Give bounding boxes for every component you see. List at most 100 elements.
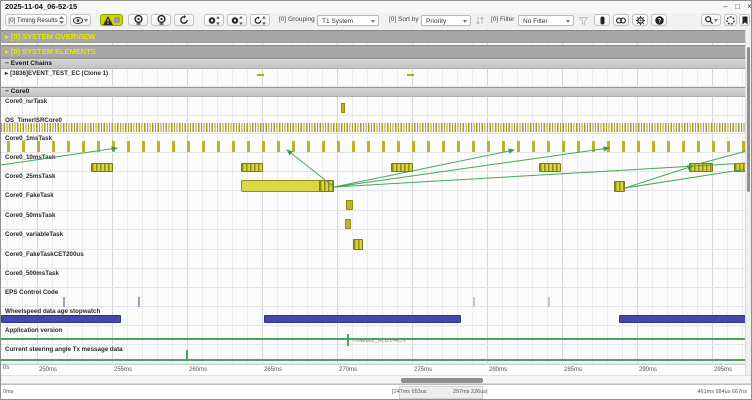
row-label: EPS Control Code	[5, 289, 58, 296]
expander-icon[interactable]: ▸	[5, 47, 9, 56]
wheelspeed-bar[interactable]	[1, 315, 121, 323]
grouping-select[interactable]: T1 System	[317, 15, 379, 26]
eps-marker[interactable]	[473, 297, 475, 307]
wheelspeed-bar[interactable]	[264, 315, 461, 323]
eps-marker[interactable]	[63, 297, 65, 307]
row-label: [3836]EVENT_TEST_EC (Clone 1)	[10, 70, 108, 77]
axis-tick-label: 275ms	[414, 367, 432, 373]
probe-icon	[157, 15, 166, 25]
sort-by-label: [0] Sort by	[389, 16, 419, 23]
filter-label: [0] Filter	[491, 16, 514, 23]
severity-box-icon	[114, 17, 120, 23]
10ms-task-bar[interactable]	[91, 163, 113, 172]
gear-updown-button-2[interactable]	[227, 14, 247, 26]
event-chain-marker[interactable]	[407, 74, 414, 76]
link-icon	[616, 17, 626, 24]
variable-task-bar[interactable]	[353, 239, 363, 250]
vertical-scrollbar-thumb[interactable]	[747, 47, 750, 192]
event-chain-marker[interactable]	[257, 74, 264, 76]
gear-updown-button-1[interactable]	[204, 14, 224, 26]
eps-marker[interactable]	[548, 297, 550, 307]
faketask-bar[interactable]	[346, 200, 353, 210]
row-label: Current steering angle Tx message data	[5, 346, 123, 353]
marker-probe-button-2[interactable]	[151, 14, 171, 26]
horizontal-scrollbar-thumb[interactable]	[401, 378, 483, 383]
filter-select[interactable]: No Filter	[518, 15, 574, 26]
10ms-task-bar[interactable]	[391, 163, 413, 172]
chevron-down-icon	[566, 20, 570, 23]
row-eps-control[interactable]: EPS Control Code	[1, 288, 747, 307]
10ms-task-bar[interactable]	[241, 163, 263, 172]
row-event-chains[interactable]: −Event Chains	[1, 58, 747, 69]
marker-refresh-button[interactable]	[174, 14, 194, 26]
grouping-label: [0] Grouping	[279, 16, 315, 23]
chevron-down-icon	[714, 19, 718, 22]
row-core0-25ms[interactable]: Core0_25msTask	[1, 172, 747, 191]
row-label: Wheelspeed data age stopwatch	[5, 308, 100, 315]
trace-overview-bar[interactable]: 0ms [247ms 653us 297ms 226us] 461ms 684u…	[1, 384, 751, 400]
sort-by-select[interactable]: Priority	[421, 15, 471, 26]
expander-icon[interactable]: ▸	[5, 70, 8, 77]
range-start-label: [247ms 653us	[392, 389, 427, 395]
isr-activation-bar[interactable]	[341, 103, 345, 113]
axis-tick-label: 250ms	[39, 367, 57, 373]
app-version-annotation: ThNe80z_v0.8.1-RC-r	[352, 338, 406, 344]
help-icon: ?	[655, 16, 664, 25]
help-button[interactable]: ?	[651, 14, 667, 26]
row-core0-isrtask[interactable]: Core0_isrTask	[1, 97, 747, 116]
25ms-task-bar-tail[interactable]	[319, 180, 334, 192]
row-core0-faketask[interactable]: Core0_FakeTask	[1, 191, 747, 211]
search-button[interactable]	[701, 14, 721, 26]
app-version-change-tick[interactable]	[347, 334, 349, 346]
50ms-task-bar[interactable]	[345, 219, 351, 229]
row-system-elements[interactable]: ▸[0] SYSTEM ELEMENTS	[1, 45, 747, 58]
row-label: Core0_isrTask	[5, 98, 47, 105]
axis-tick-label: 260ms	[189, 367, 207, 373]
row-event-test-ec[interactable]: ▸[3836]EVENT_TEST_EC (Clone 1)	[1, 69, 747, 87]
steering-change-tick[interactable]	[186, 350, 188, 361]
expander-icon[interactable]: ▸	[5, 32, 9, 41]
bookmark-button[interactable]	[739, 14, 750, 26]
10ms-task-bar[interactable]	[689, 163, 713, 172]
row-core0-500ms[interactable]: Core0_500msTask	[1, 269, 747, 288]
row-steering-angle[interactable]: Current steering angle Tx message data	[1, 345, 747, 364]
maximize-icon[interactable]: □	[732, 1, 743, 12]
marker-probe-button-1[interactable]	[128, 14, 148, 26]
vertical-scrollbar[interactable]	[745, 29, 751, 375]
chevron-down-icon	[84, 19, 88, 22]
steering-signal-line	[1, 359, 747, 361]
toolbar: [0] Timing Results [0] Grouping	[1, 13, 751, 30]
row-core0-faketaskcet[interactable]: Core0_FakeTaskCET200us	[1, 250, 747, 270]
range-end-label: 297ms 226us]	[453, 389, 488, 395]
minimize-icon[interactable]: –	[720, 1, 731, 12]
25ms-task-bar[interactable]	[614, 181, 625, 192]
wheelspeed-bar[interactable]	[619, 315, 747, 323]
search-icon	[705, 16, 713, 24]
timing-results-dropdown[interactable]: [0] Timing Results	[5, 14, 67, 26]
chevron-down-icon	[463, 20, 467, 23]
collapse-icon[interactable]: −	[5, 88, 9, 95]
row-system-overview[interactable]: ▸[0] SYSTEM OVERVIEW	[1, 30, 747, 43]
app-window: 2025-11-04_06-52-15 – □ × [0] Timing Res…	[0, 0, 752, 400]
row-core0[interactable]: −Core0	[1, 87, 747, 97]
1ms-task-ticks[interactable]	[1, 141, 747, 152]
horizontal-scrollbar[interactable]	[1, 375, 751, 384]
sort-direction-icon[interactable]	[476, 16, 484, 25]
axis-origin-label: 0s	[3, 365, 9, 371]
eps-marker[interactable]	[138, 297, 140, 307]
close-icon[interactable]: ×	[744, 1, 752, 12]
filter-funnel-icon	[579, 17, 588, 25]
collapse-icon[interactable]: −	[5, 60, 9, 67]
aperture-settings-button[interactable]	[724, 14, 737, 26]
warnings-filter-button[interactable]	[100, 14, 123, 26]
visibility-button[interactable]	[70, 14, 91, 26]
row-label: Core0_FakeTaskCET200us	[5, 251, 84, 258]
row-core0-50ms[interactable]: Core0_50msTask	[1, 211, 747, 231]
10ms-task-bar[interactable]	[539, 163, 561, 172]
link-button[interactable]	[613, 14, 629, 26]
pin-button[interactable]	[594, 14, 610, 26]
timer-isr-comb[interactable]	[1, 123, 747, 132]
refresh-updown-button[interactable]	[250, 14, 270, 26]
row-core0-variable[interactable]: Core0_variableTask	[1, 230, 747, 250]
settings-button[interactable]	[632, 14, 648, 26]
